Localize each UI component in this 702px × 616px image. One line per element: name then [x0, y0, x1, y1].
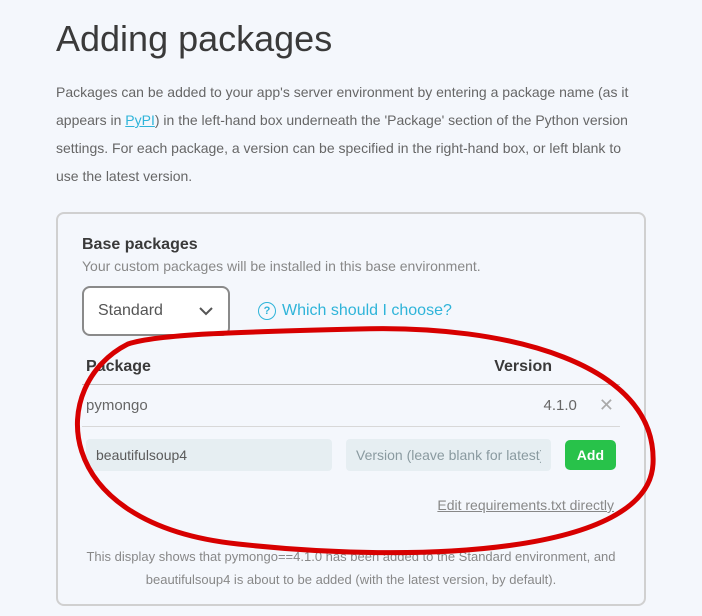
panel-caption: This display shows that pymongo==4.1.0 h… — [60, 545, 642, 592]
chevron-down-icon — [198, 303, 214, 319]
page-title: Adding packages — [56, 18, 646, 60]
remove-package-button[interactable]: ✕ — [599, 395, 614, 416]
base-env-dropdown[interactable]: Standard — [82, 286, 230, 336]
question-icon: ? — [258, 302, 276, 320]
package-name: pymongo — [86, 397, 148, 414]
add-package-row: Add — [82, 427, 620, 471]
packages-panel: Base packages Your custom packages will … — [56, 212, 646, 606]
which-should-choose-link[interactable]: ? Which should I choose? — [258, 302, 452, 320]
help-link-text: Which should I choose? — [282, 302, 452, 320]
base-packages-desc: Your custom packages will be installed i… — [82, 258, 620, 274]
edit-requirements-link[interactable]: Edit requirements.txt directly — [82, 497, 620, 513]
package-row: pymongo 4.1.0 ✕ — [82, 385, 620, 427]
caption-line-1: This display shows that pymongo==4.1.0 h… — [86, 549, 615, 564]
pypi-link[interactable]: PyPI — [125, 112, 155, 128]
package-version-input[interactable] — [346, 439, 551, 471]
intro-paragraph: Packages can be added to your app's serv… — [56, 78, 646, 190]
caption-line-2: beautifulsoup4 is about to be added (wit… — [146, 572, 556, 587]
dropdown-value: Standard — [98, 302, 163, 320]
package-version: 4.1.0 — [544, 397, 577, 414]
base-packages-title: Base packages — [82, 236, 620, 254]
package-table-header: Package Version — [82, 354, 620, 385]
header-version: Version — [494, 358, 590, 376]
header-package: Package — [86, 358, 151, 376]
package-name-input[interactable] — [86, 439, 332, 471]
add-button[interactable]: Add — [565, 440, 616, 470]
